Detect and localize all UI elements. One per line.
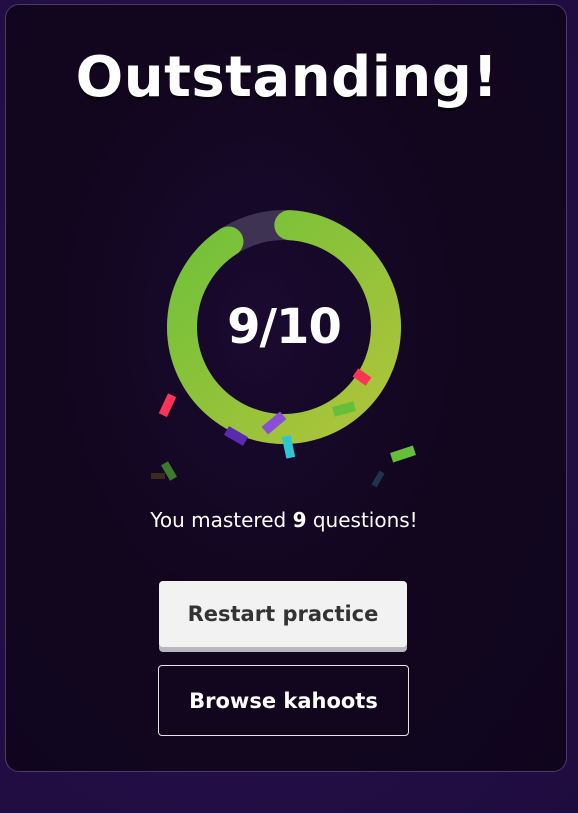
summary-suffix: questions! (306, 508, 418, 532)
summary-text: You mastered 9 questions! (6, 508, 562, 532)
confetti-piece (151, 473, 165, 479)
summary-count: 9 (292, 508, 307, 532)
page-background: Outstanding! 9/10 You mastered 9 questio… (0, 0, 578, 813)
confetti-piece (390, 445, 416, 463)
results-card: Outstanding! 9/10 You mastered 9 questio… (5, 4, 567, 772)
restart-practice-button[interactable]: Restart practice (159, 581, 407, 647)
confetti-piece (158, 393, 177, 418)
confetti-piece (371, 470, 385, 488)
score-ring: 9/10 (6, 5, 566, 525)
summary-prefix: You mastered (150, 508, 293, 532)
score-ring-graphic (151, 210, 416, 488)
score-text: 9/10 (227, 299, 342, 355)
browse-kahoots-button[interactable]: Browse kahoots (158, 665, 409, 736)
